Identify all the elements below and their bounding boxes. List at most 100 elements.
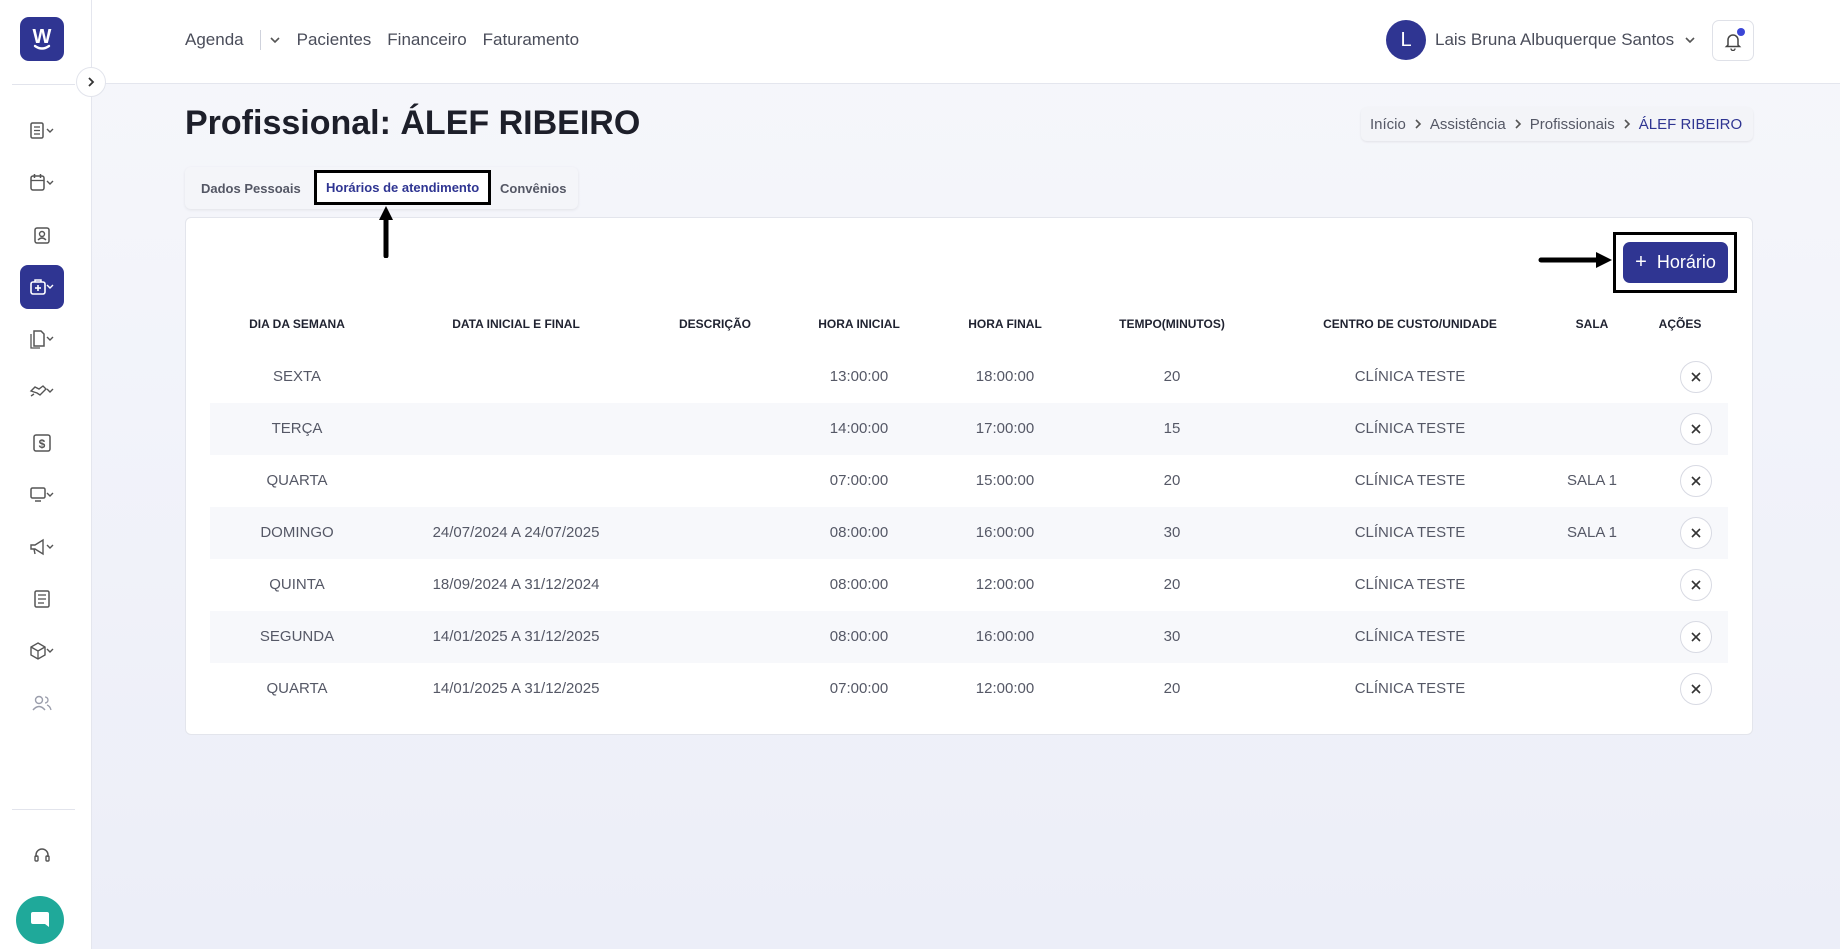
- handshake-icon: [29, 385, 54, 397]
- cell-datas: 24/07/2024 A 24/07/2025: [432, 524, 600, 541]
- sidebar-item-finance[interactable]: $: [20, 421, 64, 465]
- page-title: Profissional: ÁLEF RIBEIRO: [185, 104, 641, 142]
- cell-tempo: 15: [1163, 420, 1181, 437]
- chevron-right-icon: [1513, 118, 1523, 130]
- app-logo[interactable]: W: [20, 17, 64, 61]
- tab-horarios-atendimento[interactable]: Horários de atendimento: [314, 170, 492, 205]
- delete-row-button[interactable]: [1680, 413, 1712, 445]
- breadcrumb-inicio[interactable]: Início: [1370, 116, 1406, 133]
- cell-dia: SEXTA: [272, 368, 322, 385]
- cell-dia: DOMINGO: [260, 524, 334, 541]
- delete-row-button[interactable]: [1680, 673, 1712, 705]
- breadcrumb: Início Assistência Profissionais ÁLEF RI…: [1361, 107, 1753, 141]
- cell-hora-final: 16:00:00: [975, 524, 1035, 541]
- topnav-pacientes[interactable]: Pacientes: [297, 30, 372, 50]
- chevron-down-icon: [270, 37, 280, 44]
- delete-row-button[interactable]: [1680, 569, 1712, 601]
- cell-datas: 14/01/2025 A 31/12/2025: [432, 628, 600, 645]
- sidebar-item-monitor[interactable]: [20, 473, 64, 517]
- cell-hora-inicial: 08:00:00: [829, 524, 889, 541]
- agenda-dropdown-toggle[interactable]: [269, 34, 281, 46]
- cell-dia: QUINTA: [269, 576, 325, 593]
- table-row: DOMINGO 24/07/2024 A 24/07/2025 08:00:00 16…: [210, 507, 1728, 559]
- cell-centro: CLÍNICA TESTE: [1354, 524, 1466, 541]
- svg-text:W: W: [33, 26, 52, 48]
- chat-button[interactable]: [16, 896, 64, 944]
- headset-icon: [34, 848, 50, 862]
- user-name: Lais Bruna Albuquerque Santos: [1435, 30, 1675, 49]
- notifications-button[interactable]: [1712, 20, 1754, 61]
- chevron-right-icon: [1413, 118, 1423, 130]
- tab-dados-pessoais[interactable]: Dados Pessoais: [201, 167, 301, 209]
- delete-row-button[interactable]: [1680, 621, 1712, 653]
- col-sala: SALA: [1575, 317, 1609, 331]
- delete-row-button[interactable]: [1680, 361, 1712, 393]
- cell-hora-final: 15:00:00: [975, 472, 1035, 489]
- medical-bag-icon: [30, 279, 54, 295]
- col-acoes: AÇÕES: [1658, 317, 1702, 331]
- close-icon: [1691, 528, 1701, 538]
- col-descricao: DESCRIÇÃO: [678, 317, 752, 331]
- sidebar-item-inventory[interactable]: [20, 629, 64, 673]
- news-icon: [34, 590, 50, 608]
- sidebar-item-partners[interactable]: [20, 369, 64, 413]
- cell-centro: CLÍNICA TESTE: [1354, 628, 1466, 645]
- breadcrumb-profissionais[interactable]: Profissionais: [1530, 116, 1615, 133]
- cell-tempo: 30: [1163, 628, 1181, 645]
- topnav-separator: [259, 30, 261, 50]
- cell-hora-final: 12:00:00: [975, 680, 1035, 697]
- sidebar-item-users[interactable]: [20, 681, 64, 725]
- svg-text:$: $: [39, 437, 46, 451]
- close-icon: [1691, 476, 1701, 486]
- topnav-financeiro[interactable]: Financeiro: [387, 30, 466, 50]
- box-icon: [30, 642, 54, 660]
- tab-convenios[interactable]: Convênios: [500, 167, 566, 209]
- close-icon: [1691, 684, 1701, 694]
- cell-centro: CLÍNICA TESTE: [1354, 472, 1466, 489]
- sidebar-item-assistance[interactable]: [20, 265, 64, 309]
- col-centro-custo: CENTRO DE CUSTO/UNIDADE: [1323, 317, 1497, 331]
- table-row: QUINTA 18/09/2024 A 31/12/2024 08:00:00 12:…: [210, 559, 1728, 611]
- tab-bar: Dados Pessoais Horários de atendimento C…: [185, 167, 578, 209]
- sidebar-item-calendar[interactable]: [20, 161, 64, 205]
- close-icon: [1691, 632, 1701, 642]
- col-hora-final: HORA FINAL: [968, 317, 1042, 331]
- support-button[interactable]: [20, 834, 64, 878]
- delete-row-button[interactable]: [1680, 517, 1712, 549]
- breadcrumb-assistencia[interactable]: Assistência: [1430, 116, 1506, 133]
- cell-dia: QUARTA: [266, 680, 328, 697]
- add-horario-label: Horário: [1656, 252, 1716, 272]
- sidebar-toggle-button[interactable]: [76, 67, 106, 97]
- documents-icon: [30, 330, 54, 349]
- schedule-table: DIA DA SEMANA DATA INICIAL E FINAL DESCR…: [210, 305, 1728, 715]
- cell-hora-final: 16:00:00: [975, 628, 1035, 645]
- cell-hora-final: 18:00:00: [975, 368, 1035, 385]
- cell-tempo: 20: [1163, 680, 1181, 697]
- sidebar-item-records[interactable]: [20, 109, 64, 153]
- cell-hora-inicial: 13:00:00: [829, 368, 889, 385]
- topnav-agenda[interactable]: Agenda: [185, 30, 244, 50]
- cell-tempo: 20: [1163, 576, 1181, 593]
- chevron-right-icon: [1622, 118, 1632, 130]
- cell-centro: CLÍNICA TESTE: [1354, 680, 1466, 697]
- cell-centro: CLÍNICA TESTE: [1354, 420, 1466, 437]
- add-horario-button[interactable]: + Horário: [1623, 242, 1728, 283]
- chevron-right-icon: [88, 77, 95, 87]
- sidebar-divider: [12, 809, 75, 810]
- table-row: QUARTA 14/01/2025 A 31/12/2025 07:00:00 12:…: [210, 663, 1728, 715]
- sidebar-item-marketing[interactable]: [20, 525, 64, 569]
- topnav-faturamento[interactable]: Faturamento: [483, 30, 579, 50]
- id-badge-icon: [34, 227, 50, 244]
- cell-tempo: 20: [1163, 368, 1181, 385]
- sidebar-item-reports[interactable]: [20, 577, 64, 621]
- cell-dia: QUARTA: [266, 472, 328, 489]
- monitor-icon: [30, 487, 54, 502]
- cell-hora-inicial: 14:00:00: [829, 420, 889, 437]
- user-menu[interactable]: L Lais Bruna Albuquerque Santos: [1386, 20, 1696, 60]
- sidebar-item-documents[interactable]: [20, 317, 64, 361]
- delete-row-button[interactable]: [1680, 465, 1712, 497]
- cell-datas: 18/09/2024 A 31/12/2024: [432, 576, 600, 593]
- chevron-down-icon: [1685, 37, 1695, 44]
- sidebar-item-professionals[interactable]: [20, 213, 64, 257]
- arrow-right-icon: [1538, 252, 1612, 268]
